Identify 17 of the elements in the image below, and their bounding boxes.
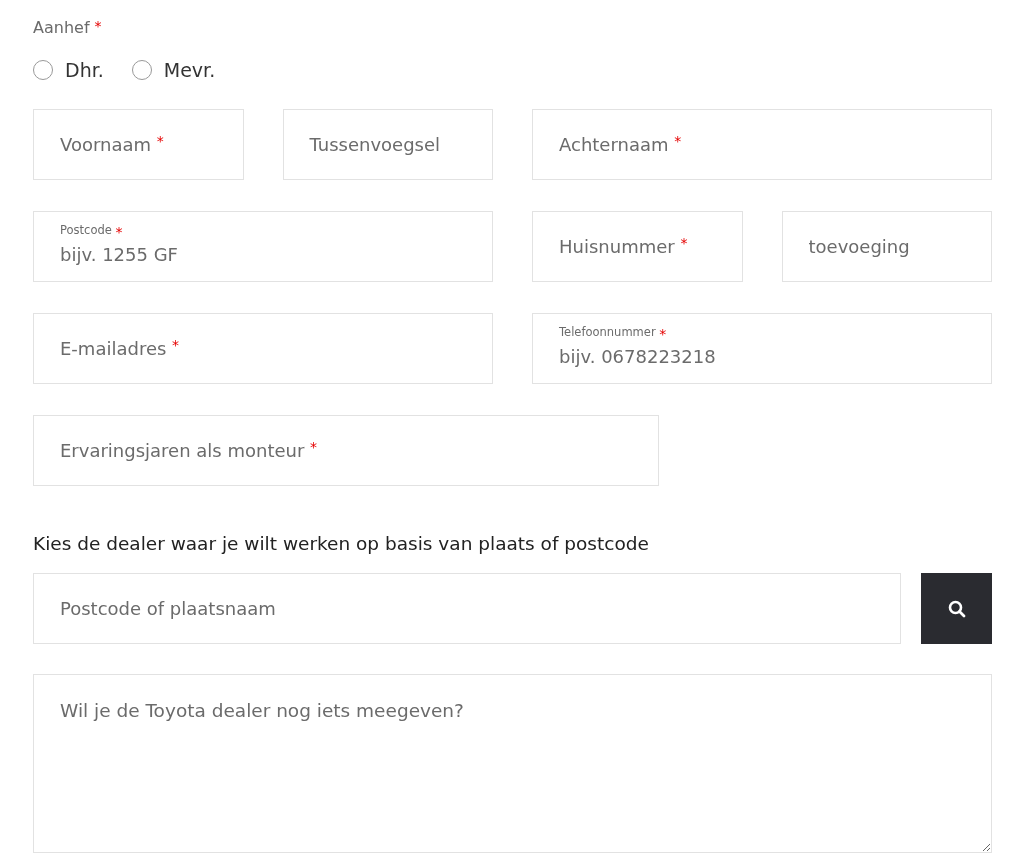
message-field[interactable]: Wil je de Toyota dealer nog iets meegeven? — [33, 674, 992, 854]
input-field[interactable]: Postcode * bijv. 1255 GF — [33, 210, 493, 282]
radio-label[interactable]: Dhr. — [65, 56, 104, 85]
section-heading: Kies de dealer waar je wilt werken op basis van plaats of postcode — [33, 531, 650, 556]
field-label: Aanhef * — [33, 18, 102, 37]
search-icon — [947, 599, 966, 618]
search-button[interactable] — [921, 573, 992, 645]
input-field[interactable]: Achternaam * — [532, 108, 992, 180]
input-field[interactable]: E-mailadres * — [33, 312, 493, 384]
search-field[interactable]: Postcode of plaatsnaam — [33, 573, 901, 645]
input-field[interactable]: Telefoonnummer * bijv. 0678223218 — [532, 312, 992, 384]
radio-label[interactable]: Mevr. — [163, 56, 216, 85]
input-field[interactable]: Ervaringsjaren als monteur * — [33, 414, 659, 486]
input-field[interactable]: Huisnummer * — [532, 210, 743, 282]
input-field[interactable]: toevoeging — [781, 210, 992, 282]
input-field[interactable]: Tussenvoegsel — [282, 108, 493, 180]
input-field[interactable]: Voornaam * — [33, 108, 244, 180]
